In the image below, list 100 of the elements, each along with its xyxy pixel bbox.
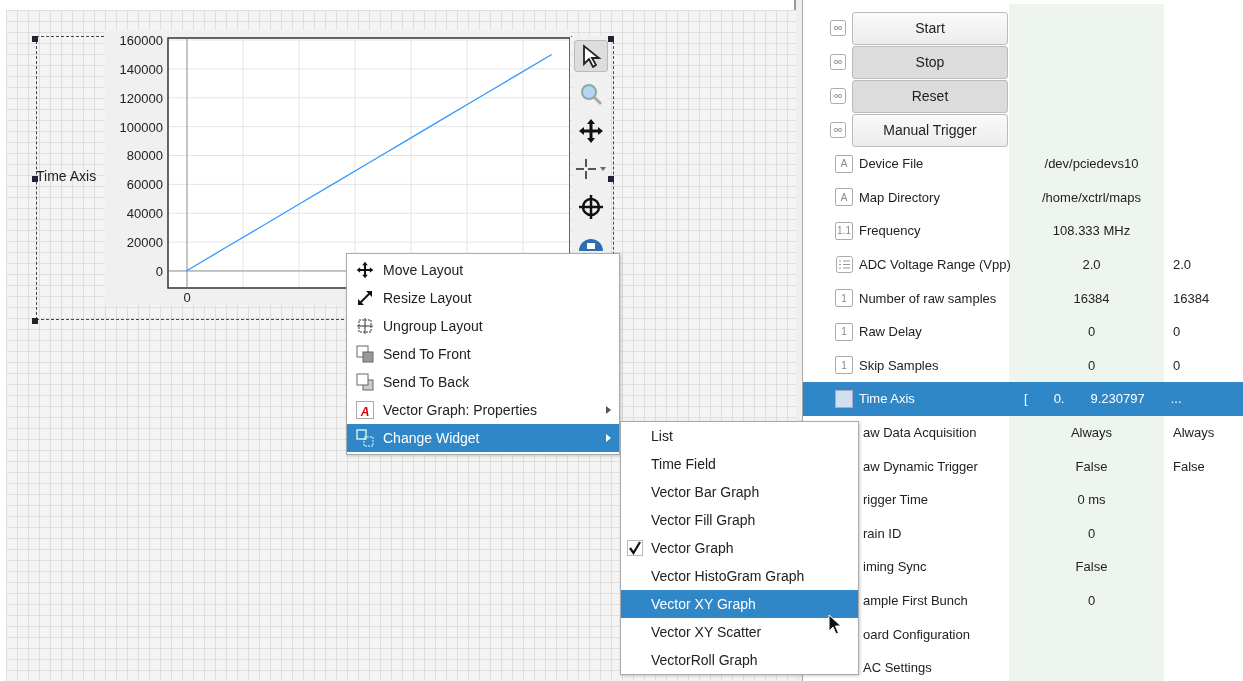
property-value: /dev/pciedevs10 xyxy=(1044,156,1139,172)
property-label: Skip Samples xyxy=(859,357,940,373)
y-tick-label: 100000 xyxy=(119,119,163,135)
property-label: Number of raw samples xyxy=(859,290,998,306)
menu-item[interactable]: VectorRoll Graph xyxy=(621,646,858,674)
property-row[interactable]: aw Dynamic Trigger False False xyxy=(863,449,1243,483)
menu-item[interactable]: Send To Back xyxy=(347,368,619,396)
resize-handle[interactable] xyxy=(608,36,614,42)
number-type-icon: 1.1 xyxy=(835,222,853,240)
menu-item[interactable]: Resize Layout xyxy=(347,284,619,312)
properties-icon: A xyxy=(356,401,374,419)
property-label: oard Configuration xyxy=(863,626,971,642)
action-icon xyxy=(830,20,846,36)
y-tick-label: 120000 xyxy=(119,90,163,106)
action-button[interactable]: Manual Trigger xyxy=(852,113,1008,147)
y-tick-label: 140000 xyxy=(119,61,163,77)
property-label: aw Data Acquisition xyxy=(863,425,978,441)
ungroup-icon xyxy=(356,317,374,335)
number-type-icon: 1 xyxy=(835,289,853,308)
property-value: False xyxy=(1075,559,1108,575)
menu-item[interactable]: Vector XY Scatter xyxy=(621,618,858,646)
property-row[interactable]: A Map Directory /home/xctrl/maps xyxy=(803,180,1243,215)
action-button[interactable]: Stop xyxy=(852,45,1008,79)
menu-item[interactable]: Vector Fill Graph xyxy=(621,506,858,534)
property-value: 2.0 xyxy=(1173,257,1192,273)
resize-handle[interactable] xyxy=(32,318,38,324)
property-value: 0 xyxy=(1173,324,1181,340)
property-row[interactable]: iming Sync False xyxy=(863,550,1243,584)
resize-handle[interactable] xyxy=(608,176,614,182)
menu-item[interactable]: Vector HistoGram Graph xyxy=(621,562,858,590)
property-value: /home/xctrl/maps xyxy=(1042,189,1141,205)
property-label: iming Sync xyxy=(863,559,928,575)
property-value: 0 xyxy=(1087,593,1096,608)
resize-icon xyxy=(356,289,374,307)
property-value: Always xyxy=(1173,425,1215,441)
property-label: Map Directory xyxy=(859,189,941,205)
y-tick-label: 160000 xyxy=(119,33,163,48)
property-row[interactable]: 1 Raw Delay 0 0 xyxy=(803,314,1243,349)
action-button[interactable]: Start xyxy=(852,11,1008,45)
array-value: 0. xyxy=(1053,391,1065,407)
y-tick-label: 0 xyxy=(155,263,163,279)
y-tick-label: 40000 xyxy=(126,206,163,222)
property-row[interactable]: ample First Bunch 0 xyxy=(863,583,1243,618)
property-row[interactable]: ADC Voltage Range (Vpp) 2.0 2.0 xyxy=(803,247,1243,282)
action-icon xyxy=(830,88,846,104)
send-back-icon xyxy=(356,373,374,391)
action-icon xyxy=(830,54,846,70)
move-icon xyxy=(356,261,374,279)
property-row[interactable]: oard Configuration xyxy=(863,617,1243,651)
property-value: 0 xyxy=(1173,357,1181,373)
array-value: ... xyxy=(1170,391,1182,407)
property-value: 0 ms xyxy=(1077,492,1106,508)
menu-item[interactable]: A Vector Graph: Properties xyxy=(347,396,619,424)
mouse-pointer-icon xyxy=(828,614,842,636)
menu-item[interactable]: Time Field xyxy=(621,450,858,478)
x-axis-label: 0 xyxy=(183,290,191,305)
swap-icon xyxy=(356,429,374,447)
action-button[interactable]: Reset xyxy=(852,79,1008,113)
property-row[interactable]: rigger Time 0 ms xyxy=(863,482,1243,517)
property-label: ADC Voltage Range (Vpp) xyxy=(859,257,1012,273)
y-tick-label: 60000 xyxy=(126,177,163,193)
property-value: False xyxy=(1173,458,1205,474)
property-value: 0 xyxy=(1087,324,1096,340)
property-value: 108.333 MHz xyxy=(1052,223,1131,239)
property-value: 0 xyxy=(1087,525,1096,541)
y-tick-label: 20000 xyxy=(126,235,163,251)
text-type-icon: A xyxy=(835,188,853,207)
property-row[interactable]: rain ID 0 xyxy=(863,516,1243,551)
menu-item[interactable]: Vector Bar Graph xyxy=(621,478,858,506)
list-icon xyxy=(836,256,853,274)
property-label: AC Settings xyxy=(863,660,933,676)
menu-item[interactable]: Change Widget xyxy=(347,424,619,452)
number-type-icon: 1 xyxy=(835,322,853,341)
property-row[interactable]: A Device File /dev/pciedevs10 xyxy=(803,147,1243,181)
property-row[interactable]: 1 Skip Samples 0 0 xyxy=(803,348,1243,383)
property-label: aw Dynamic Trigger xyxy=(863,458,979,474)
property-row[interactable]: 1 Number of raw samples 16384 16384 xyxy=(803,281,1243,315)
property-label: Raw Delay xyxy=(859,324,923,340)
property-row[interactable]: aw Data Acquisition Always Always xyxy=(863,415,1243,450)
array-type-icon xyxy=(835,389,853,408)
widget-label: Time Axis xyxy=(36,168,97,184)
action-icon xyxy=(830,122,846,138)
menu-item[interactable]: Vector XY Graph xyxy=(621,590,858,618)
menu-item[interactable]: Move Layout xyxy=(347,256,619,284)
y-tick-label: 80000 xyxy=(126,148,163,164)
menu-item[interactable]: Send To Front xyxy=(347,340,619,368)
menu-item[interactable]: Ungroup Layout xyxy=(347,312,619,340)
menu-item[interactable]: List xyxy=(621,422,858,450)
array-value: [ xyxy=(1024,391,1028,407)
property-row[interactable]: AC Settings xyxy=(863,650,1243,681)
property-row[interactable]: 1.1 Frequency 108.333 MHz xyxy=(803,214,1243,248)
text-type-icon: A xyxy=(835,154,853,173)
menu-item[interactable]: Vector Graph xyxy=(621,534,858,562)
bring-front-icon xyxy=(356,345,374,363)
resize-handle[interactable] xyxy=(32,176,38,182)
resize-handle[interactable] xyxy=(32,36,38,42)
property-label: Time Axis xyxy=(859,391,916,407)
pointer-icon[interactable] xyxy=(574,40,608,72)
property-row[interactable]: Time Axis [ 0. 9.230797 ... xyxy=(803,382,1243,416)
property-value: 16384 xyxy=(1173,290,1210,306)
